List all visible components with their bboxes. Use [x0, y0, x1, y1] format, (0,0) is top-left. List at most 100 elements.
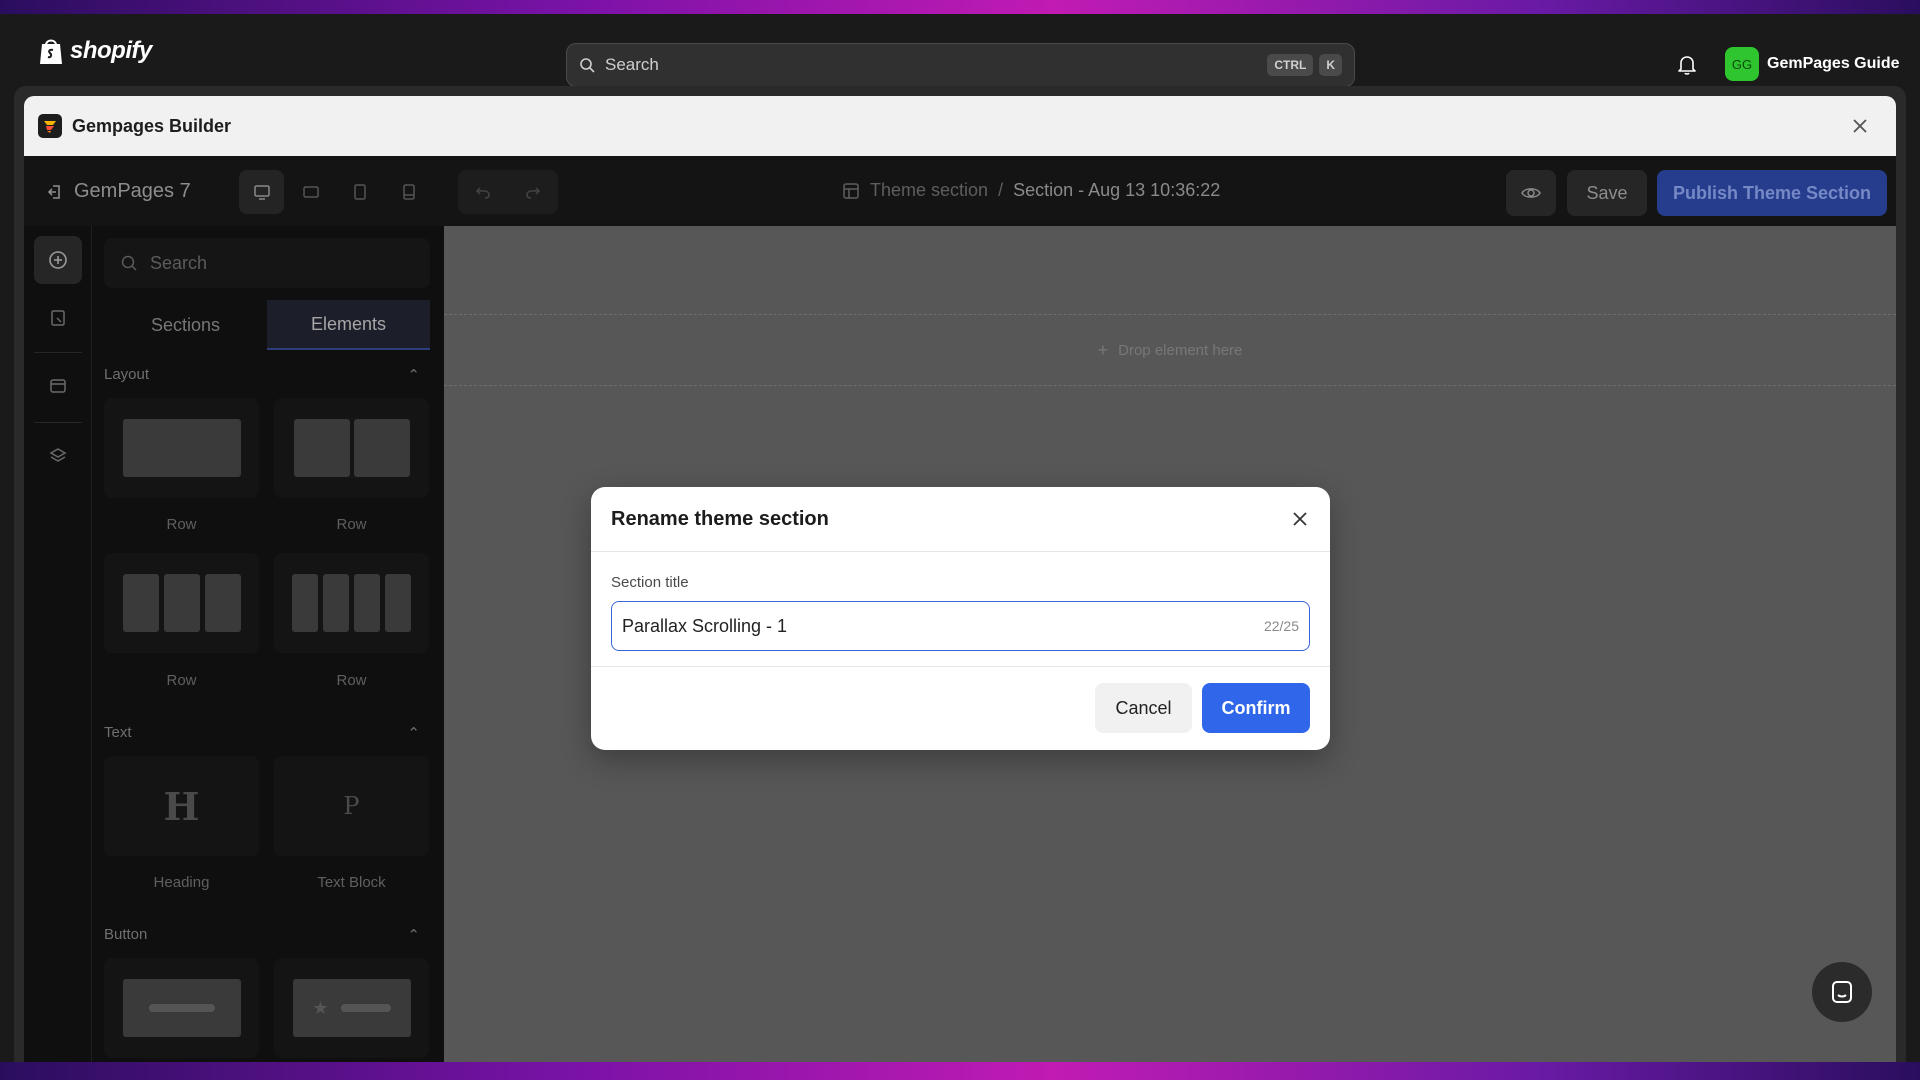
element-label: Heading: [153, 874, 210, 891]
tab-sections[interactable]: Sections: [104, 300, 267, 350]
close-app-icon[interactable]: [1850, 116, 1870, 136]
page-icon: [51, 310, 65, 326]
user-menu[interactable]: GG GemPages Guide: [1725, 47, 1900, 81]
element-row-3col[interactable]: [104, 553, 259, 653]
element-text-block[interactable]: P: [274, 756, 429, 856]
app-header: Gempages Builder: [24, 96, 1896, 156]
chat-icon: [1832, 981, 1852, 1003]
heading-glyph-icon: H: [163, 783, 200, 829]
element-icon-button[interactable]: ★: [274, 958, 429, 1058]
paragraph-glyph-icon: P: [343, 792, 360, 820]
mobile-view-button[interactable]: [386, 170, 431, 214]
chevron-up-icon: ⌃: [407, 367, 420, 384]
notification-bell-icon[interactable]: [1676, 54, 1698, 76]
element-label: Row: [166, 672, 197, 689]
device-switcher: [239, 170, 431, 214]
exit-icon: [47, 184, 60, 199]
chat-launcher-button[interactable]: [1812, 962, 1872, 1022]
search-icon: [580, 58, 595, 73]
element-label: Row: [336, 672, 367, 689]
element-row-4col[interactable]: [274, 553, 429, 653]
chevron-up-icon: ⌃: [407, 927, 420, 944]
history-controls: [458, 170, 558, 214]
section-title-field: 22/25: [611, 601, 1310, 651]
add-element-button[interactable]: [34, 236, 82, 284]
library-button[interactable]: [34, 362, 82, 410]
element-row-1col[interactable]: [104, 398, 259, 498]
search-placeholder: Search: [605, 55, 659, 74]
dialog-body: Section title 22/25: [591, 552, 1330, 667]
laptop-view-button[interactable]: [288, 170, 333, 214]
element-label: Row: [166, 516, 197, 533]
laptop-icon: [302, 186, 319, 198]
confirm-button[interactable]: Confirm: [1202, 683, 1310, 733]
section-icon: [843, 182, 859, 199]
save-button[interactable]: Save: [1567, 170, 1647, 216]
publish-theme-section-button[interactable]: Publish Theme Section: [1657, 170, 1887, 216]
redo-icon: [526, 187, 541, 199]
desktop-view-button[interactable]: [239, 170, 284, 214]
tablet-icon: [353, 184, 366, 200]
gempages-logo-icon: [38, 114, 62, 138]
undo-button[interactable]: [458, 170, 508, 214]
tablet-view-button[interactable]: [337, 170, 382, 214]
group-header-button[interactable]: Button ⌃: [104, 926, 430, 944]
panel-tabs: Sections Elements: [104, 300, 430, 350]
panel-search-placeholder: Search: [150, 252, 208, 273]
element-label: Text Block: [317, 874, 386, 891]
rail-divider: [34, 352, 82, 353]
group-header-text[interactable]: Text ⌃: [104, 724, 430, 742]
preview-button[interactable]: [1506, 170, 1556, 216]
plus-circle-icon: [49, 251, 67, 269]
cancel-button[interactable]: Cancel: [1095, 683, 1192, 733]
elements-panel: Search Sections Elements Layout ⌃ Row Ro…: [92, 226, 444, 1062]
group-title-text: Text: [104, 724, 132, 741]
shopify-logo[interactable]: shopify: [38, 36, 152, 66]
tab-elements[interactable]: Elements: [267, 300, 430, 350]
section-title-label: Section title: [611, 574, 689, 591]
mobile-icon: [402, 184, 415, 200]
left-rail: [24, 226, 92, 1062]
element-button[interactable]: [104, 958, 259, 1058]
chevron-up-icon: ⌃: [407, 725, 420, 742]
star-icon: ★: [312, 997, 329, 1018]
dialog-title: Rename theme section: [611, 507, 829, 530]
pages-button[interactable]: [34, 294, 82, 342]
shopify-topbar: shopify Search CTRL K GG GemPages Guide: [0, 14, 1920, 87]
eye-icon: [1521, 188, 1541, 198]
layers-icon: [49, 448, 67, 462]
app-title: Gempages Builder: [72, 115, 232, 136]
element-label: Row: [336, 516, 367, 533]
group-header-layout[interactable]: Layout ⌃: [104, 366, 430, 384]
close-icon[interactable]: [1290, 509, 1310, 529]
element-heading[interactable]: H: [104, 756, 259, 856]
panel-search-input[interactable]: Search: [104, 238, 430, 288]
dialog-header: Rename theme section: [591, 487, 1330, 552]
builder-toolbar: GemPages 7 Theme section / Section - Aug…: [24, 156, 1896, 226]
user-name: GemPages Guide: [1767, 55, 1900, 72]
shopify-bag-icon: [40, 39, 62, 64]
element-row-2col[interactable]: [274, 398, 429, 498]
layers-button[interactable]: [34, 432, 82, 480]
section-title-input[interactable]: [622, 615, 1264, 637]
breadcrumb: Theme section / Section - Aug 13 10:36:2…: [842, 180, 1220, 201]
avatar: GG: [1725, 47, 1759, 81]
page-name: GemPages 7: [74, 180, 191, 202]
undo-icon: [475, 187, 490, 199]
global-search-input[interactable]: Search CTRL K: [566, 43, 1355, 87]
group-title-button: Button: [104, 926, 148, 943]
back-button[interactable]: GemPages 7: [46, 180, 191, 203]
desktop-icon: [253, 185, 270, 200]
redo-button[interactable]: [508, 170, 558, 214]
drop-zone-label: Drop element here: [1118, 341, 1243, 359]
breadcrumb-current[interactable]: Section - Aug 13 10:36:22: [1013, 180, 1220, 201]
plus-icon: +: [1097, 339, 1109, 360]
character-counter: 22/25: [1263, 618, 1299, 634]
breadcrumb-parent[interactable]: Theme section: [870, 180, 988, 201]
search-icon: [121, 255, 137, 271]
drop-zone[interactable]: + Drop element here: [444, 314, 1896, 386]
rename-dialog: Rename theme section Section title 22/25…: [591, 487, 1330, 750]
shortcut-key-ctrl: CTRL: [1267, 54, 1314, 76]
breadcrumb-separator: /: [998, 180, 1004, 200]
shopify-wordmark: shopify: [70, 37, 152, 64]
